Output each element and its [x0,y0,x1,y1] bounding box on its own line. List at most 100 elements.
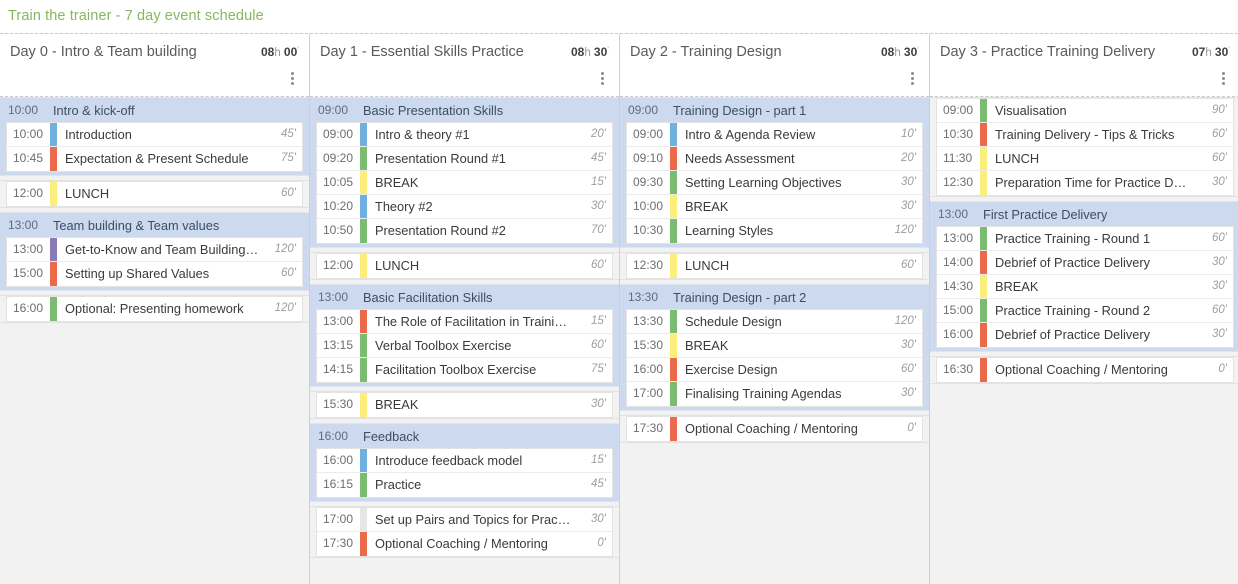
task-color-bar [360,449,367,472]
task-color-bar [670,254,677,278]
task-duration: 0' [593,532,612,556]
task-list: 13:00Get-to-Know and Team Building…120'1… [6,237,303,287]
task-row[interactable]: 09:00Intro & theory #120' [317,123,612,147]
task-start-time: 16:30 [937,358,980,382]
task-row[interactable]: 10:05BREAK15' [317,171,612,195]
task-row[interactable]: 12:00LUNCH60' [317,254,612,278]
task-row[interactable]: 10:00BREAK30' [627,195,922,219]
group-name: Intro & kick-off [48,103,135,118]
task-row[interactable]: 17:00Finalising Training Agendas30' [627,382,922,406]
task-row[interactable]: 13:30Schedule Design120' [627,310,922,334]
page-title: Train the trainer - 7 day event schedule [0,0,1238,33]
group-header[interactable]: 13:00Team building & Team values [0,213,309,237]
task-start-time: 17:00 [627,382,670,406]
task-row[interactable]: 12:00LUNCH60' [7,182,302,206]
task-color-bar [670,358,677,381]
task-row[interactable]: 09:10Needs Assessment20' [627,147,922,171]
task-list: 16:00Introduce feedback model15'16:15Pra… [316,448,613,498]
task-start-time: 09:00 [627,123,670,146]
task-row[interactable]: 15:30BREAK30' [317,393,612,417]
schedule-block: 17:00Set up Pairs and Topics for Prac…30… [310,506,619,558]
task-duration: 120' [891,310,922,333]
kebab-menu-icon[interactable] [596,72,608,86]
task-row[interactable]: 09:00Visualisation90' [937,99,1233,123]
kebab-menu-icon[interactable] [1217,72,1229,86]
group-header[interactable]: 13:00Basic Facilitation Skills [310,285,619,309]
task-row[interactable]: 13:00Practice Training - Round 160' [937,227,1233,251]
task-row[interactable]: 14:15Facilitation Toolbox Exercise75' [317,358,612,382]
day-duration-minutes: 00 [284,45,297,59]
group-header[interactable]: 13:00First Practice Delivery [930,202,1238,226]
task-row[interactable]: 15:00Practice Training - Round 260' [937,299,1233,323]
day-body: 09:00Basic Presentation Skills09:00Intro… [310,97,619,584]
day-header: Day 3 - Practice Training Delivery07h 30… [930,34,1238,97]
task-list: 16:30Optional Coaching / Mentoring0' [936,357,1234,383]
task-list: 13:00Practice Training - Round 160'14:00… [936,226,1234,348]
task-color-bar [980,323,987,347]
task-row[interactable]: 16:00Optional: Presenting homework120' [7,297,302,321]
task-row[interactable]: 14:30BREAK30' [937,275,1233,299]
task-row[interactable]: 16:00Introduce feedback model15' [317,449,612,473]
task-row[interactable]: 17:30Optional Coaching / Mentoring0' [317,532,612,556]
task-row[interactable]: 13:00Get-to-Know and Team Building…120' [7,238,302,262]
day-title[interactable]: Day 2 - Training Design [630,44,788,60]
task-color-bar [50,238,57,261]
task-row[interactable]: 09:30Setting Learning Objectives30' [627,171,922,195]
day-total-duration: 08h 30' [571,45,609,59]
task-color-bar [360,254,367,278]
day-duration-hours: 08 [881,45,894,59]
task-label: Presentation Round #2 [367,219,587,243]
task-label: Preparation Time for Practice D… [987,171,1208,195]
kebab-menu-icon[interactable] [286,72,298,86]
day-header-row: Day 1 - Essential Skills Practice 08h 30' [320,44,609,60]
task-color-bar [360,147,367,170]
group-name: Feedback [358,429,419,444]
task-duration: 30' [1208,171,1233,195]
task-row[interactable]: 12:30LUNCH60' [627,254,922,278]
task-start-time: 09:00 [317,123,360,146]
group-start-time: 09:00 [318,103,358,117]
task-row[interactable]: 13:00The Role of Facilitation in Traini…… [317,310,612,334]
schedule-group: 13:00First Practice Delivery13:00Practic… [930,201,1238,352]
task-row[interactable]: 09:20Presentation Round #145' [317,147,612,171]
task-row[interactable]: 10:00Introduction45' [7,123,302,147]
task-row[interactable]: 10:30Learning Styles120' [627,219,922,243]
task-row[interactable]: 11:30LUNCH60' [937,147,1233,171]
task-row[interactable]: 10:30Training Delivery - Tips & Tricks60… [937,123,1233,147]
task-row[interactable]: 15:00Setting up Shared Values60' [7,262,302,286]
task-row[interactable]: 10:20Theory #230' [317,195,612,219]
day-duration-tick: ' [297,45,299,55]
task-row[interactable]: 15:30BREAK30' [627,334,922,358]
task-duration: 70' [587,219,612,243]
group-header[interactable]: 13:30Training Design - part 2 [620,285,929,309]
task-row[interactable]: 09:00Intro & Agenda Review10' [627,123,922,147]
task-color-bar [50,147,57,171]
task-color-bar [670,334,677,357]
task-start-time: 15:30 [317,393,360,417]
task-label: Finalising Training Agendas [677,382,897,406]
task-row[interactable]: 14:00Debrief of Practice Delivery30' [937,251,1233,275]
task-row[interactable]: 16:30Optional Coaching / Mentoring0' [937,358,1233,382]
group-header[interactable]: 09:00Basic Presentation Skills [310,98,619,122]
task-row[interactable]: 13:15Verbal Toolbox Exercise60' [317,334,612,358]
task-row[interactable]: 12:30Preparation Time for Practice D…30' [937,171,1233,195]
day-title[interactable]: Day 0 - Intro & Team building [10,44,203,60]
task-row[interactable]: 17:30Optional Coaching / Mentoring0' [627,417,922,441]
task-duration: 60' [1208,299,1233,322]
task-row[interactable]: 16:00Debrief of Practice Delivery30' [937,323,1233,347]
task-row[interactable]: 17:00Set up Pairs and Topics for Prac…30… [317,508,612,532]
day-title[interactable]: Day 3 - Practice Training Delivery [940,44,1161,60]
day-title[interactable]: Day 1 - Essential Skills Practice [320,44,530,60]
task-list: 17:30Optional Coaching / Mentoring0' [626,416,923,442]
group-header[interactable]: 10:00Intro & kick-off [0,98,309,122]
task-duration: 60' [1208,147,1233,170]
task-label: BREAK [677,195,897,218]
task-row[interactable]: 10:45Expectation & Present Schedule75' [7,147,302,171]
task-row[interactable]: 10:50Presentation Round #270' [317,219,612,243]
task-row[interactable]: 16:00Exercise Design60' [627,358,922,382]
task-row[interactable]: 16:15Practice45' [317,473,612,497]
day-header-row: Day 2 - Training Design08h 30' [630,44,919,60]
group-header[interactable]: 09:00Training Design - part 1 [620,98,929,122]
kebab-menu-icon[interactable] [906,72,918,86]
group-header[interactable]: 16:00Feedback [310,424,619,448]
